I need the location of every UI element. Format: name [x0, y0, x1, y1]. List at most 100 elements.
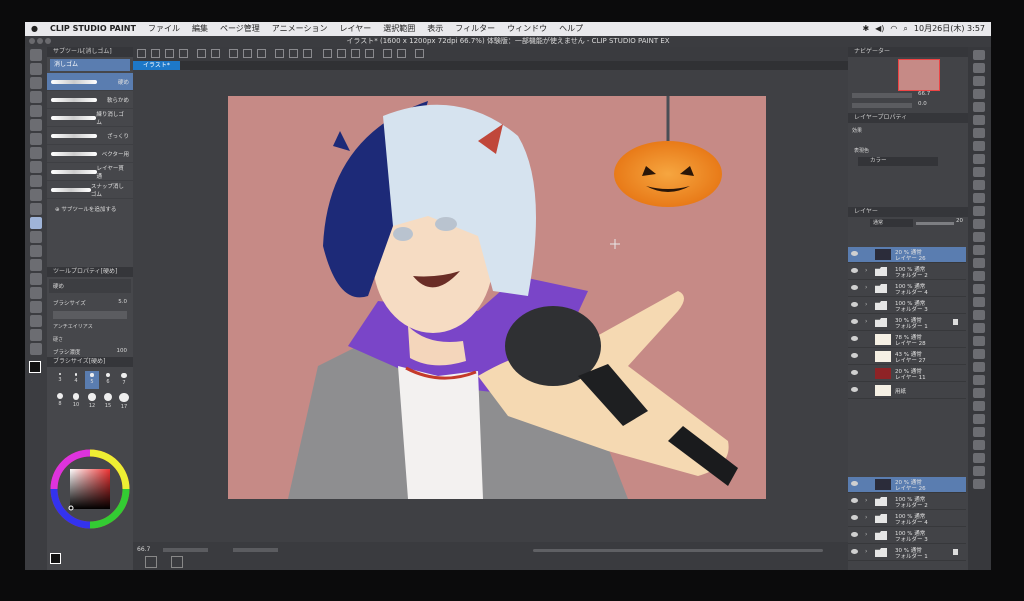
expand-icon[interactable]	[351, 49, 360, 58]
undo-icon[interactable]	[197, 49, 206, 58]
maximize-icon[interactable]	[45, 38, 51, 44]
text-tool-icon[interactable]	[30, 315, 42, 327]
fill-icon[interactable]	[257, 49, 266, 58]
layer-row[interactable]: 20 % 通常 レイヤー 11	[848, 366, 966, 382]
brush-size-slider[interactable]	[53, 311, 127, 319]
panel-toggle-icon[interactable]	[973, 401, 985, 411]
brush-size-option[interactable]: 4	[69, 371, 83, 389]
menu-animation[interactable]: アニメーション	[266, 22, 334, 36]
open-icon[interactable]	[151, 49, 160, 58]
antialias-row[interactable]: アンチエイリアス	[47, 319, 133, 334]
panel-toggle-icon[interactable]	[973, 167, 985, 177]
minimize-icon[interactable]	[37, 38, 43, 44]
panel-toggle-icon[interactable]	[973, 63, 985, 73]
brush-size-option[interactable]: 15	[101, 391, 115, 409]
panel-toggle-icon[interactable]	[973, 466, 985, 476]
snap-icon[interactable]	[383, 49, 392, 58]
foreground-color-swatch[interactable]	[50, 553, 61, 564]
visibility-eye-icon[interactable]	[851, 370, 858, 375]
panel-toggle-icon[interactable]	[973, 115, 985, 125]
visibility-eye-icon[interactable]	[851, 268, 858, 273]
hardness-row[interactable]: 硬さ	[47, 334, 133, 345]
grid-icon[interactable]	[397, 49, 406, 58]
expand-chevron-icon[interactable]: ›	[865, 284, 867, 291]
brush-size-value[interactable]: 5.0	[118, 299, 127, 307]
settings-icon[interactable]	[229, 49, 238, 58]
panel-toggle-icon[interactable]	[973, 388, 985, 398]
apple-icon[interactable]: ●	[25, 22, 44, 36]
phone-icon[interactable]	[415, 49, 424, 58]
panel-toggle-icon[interactable]	[973, 128, 985, 138]
expand-chevron-icon[interactable]: ›	[865, 548, 867, 555]
expand-chevron-icon[interactable]: ›	[865, 497, 867, 504]
panel-toggle-icon[interactable]	[973, 414, 985, 424]
visibility-eye-icon[interactable]	[851, 336, 858, 341]
brush-size-option[interactable]: 7	[117, 371, 131, 389]
opacity-value[interactable]: 20	[956, 218, 963, 224]
search-icon[interactable]: ⌕	[903, 22, 907, 36]
panel-toggle-icon[interactable]	[973, 232, 985, 242]
panel-toggle-icon[interactable]	[973, 336, 985, 346]
layer-row[interactable]: › 100 % 通常 フォルダー 4	[848, 511, 966, 527]
brush-size-option[interactable]: 5	[85, 371, 99, 389]
menu-layer[interactable]: レイヤー	[333, 22, 377, 36]
airbrush-tool-icon[interactable]	[30, 189, 42, 201]
brush-item-snap[interactable]: スナップ消しゴム	[47, 181, 133, 199]
layer-row[interactable]: › 100 % 通常 フォルダー 3	[848, 298, 966, 314]
menu-page[interactable]: ページ管理	[214, 22, 266, 36]
nav-rotate-slider[interactable]	[852, 103, 912, 108]
brush-tool-icon[interactable]	[30, 175, 42, 187]
eyedropper-icon[interactable]	[30, 133, 42, 145]
visibility-eye-icon[interactable]	[851, 549, 858, 554]
deselect-icon[interactable]	[323, 49, 332, 58]
operation-tool-icon[interactable]	[30, 77, 42, 89]
visibility-eye-icon[interactable]	[851, 532, 858, 537]
panel-toggle-icon[interactable]	[973, 453, 985, 463]
visibility-eye-icon[interactable]	[851, 481, 858, 486]
expand-chevron-icon[interactable]: ›	[865, 267, 867, 274]
status-zoom[interactable]: 66.7	[137, 546, 150, 553]
nav-zoom-slider[interactable]	[852, 93, 912, 98]
volume-icon[interactable]: ◀)	[875, 22, 884, 36]
figure-tool-icon[interactable]	[30, 273, 42, 285]
layer-row[interactable]: 20 % 通常 レイヤー 26	[848, 477, 966, 493]
layer-row[interactable]: 43 % 通常 レイヤー 27	[848, 349, 966, 365]
pen-tool-icon[interactable]	[30, 147, 42, 159]
layer-row[interactable]: › 30 % 通常 フォルダー 1	[848, 315, 966, 331]
brush-size-option[interactable]: 3	[53, 371, 67, 389]
rotate-slider[interactable]	[233, 548, 278, 552]
subtool-group-tab[interactable]: 消しゴム	[50, 59, 130, 71]
close-icon[interactable]	[29, 38, 35, 44]
layer-row[interactable]: › 100 % 通常 フォルダー 2	[848, 264, 966, 280]
clear-icon[interactable]	[243, 49, 252, 58]
brush-size-option[interactable]: 12	[85, 391, 99, 409]
layer-row[interactable]: › 100 % 通常 フォルダー 4	[848, 281, 966, 297]
menu-window[interactable]: ウィンドウ	[501, 22, 553, 36]
wifi-icon[interactable]: ◠	[890, 22, 897, 36]
horizontal-scrollbar[interactable]	[533, 549, 823, 552]
expand-chevron-icon[interactable]: ›	[865, 514, 867, 521]
export-icon[interactable]	[179, 49, 188, 58]
save-icon[interactable]	[165, 49, 174, 58]
move-layer-icon[interactable]	[30, 91, 42, 103]
illustration-canvas[interactable]	[228, 96, 766, 499]
layer-row[interactable]: › 100 % 通常 フォルダー 2	[848, 494, 966, 510]
ruler-tool-icon[interactable]	[30, 301, 42, 313]
panel-toggle-icon[interactable]	[973, 271, 985, 281]
pencil-tool-icon[interactable]	[30, 161, 42, 173]
panel-toggle-icon[interactable]	[973, 297, 985, 307]
visibility-eye-icon[interactable]	[851, 353, 858, 358]
layer-row[interactable]: › 30 % 通常 フォルダー 1	[848, 545, 966, 561]
navigator-icon[interactable]	[171, 556, 183, 568]
visibility-eye-icon[interactable]	[851, 498, 858, 503]
hand-tool-icon[interactable]	[30, 63, 42, 75]
opacity-slider[interactable]	[916, 222, 954, 225]
panel-toggle-icon[interactable]	[973, 193, 985, 203]
panel-toggle-icon[interactable]	[973, 349, 985, 359]
layer-list-icon[interactable]	[145, 556, 157, 568]
decoration-tool-icon[interactable]	[30, 203, 42, 215]
visibility-eye-icon[interactable]	[851, 251, 858, 256]
panel-toggle-icon[interactable]	[973, 479, 985, 489]
add-subtool-button[interactable]: ⊕ サブツールを追加する	[47, 199, 133, 219]
bluetooth-icon[interactable]: ✱	[862, 22, 869, 36]
